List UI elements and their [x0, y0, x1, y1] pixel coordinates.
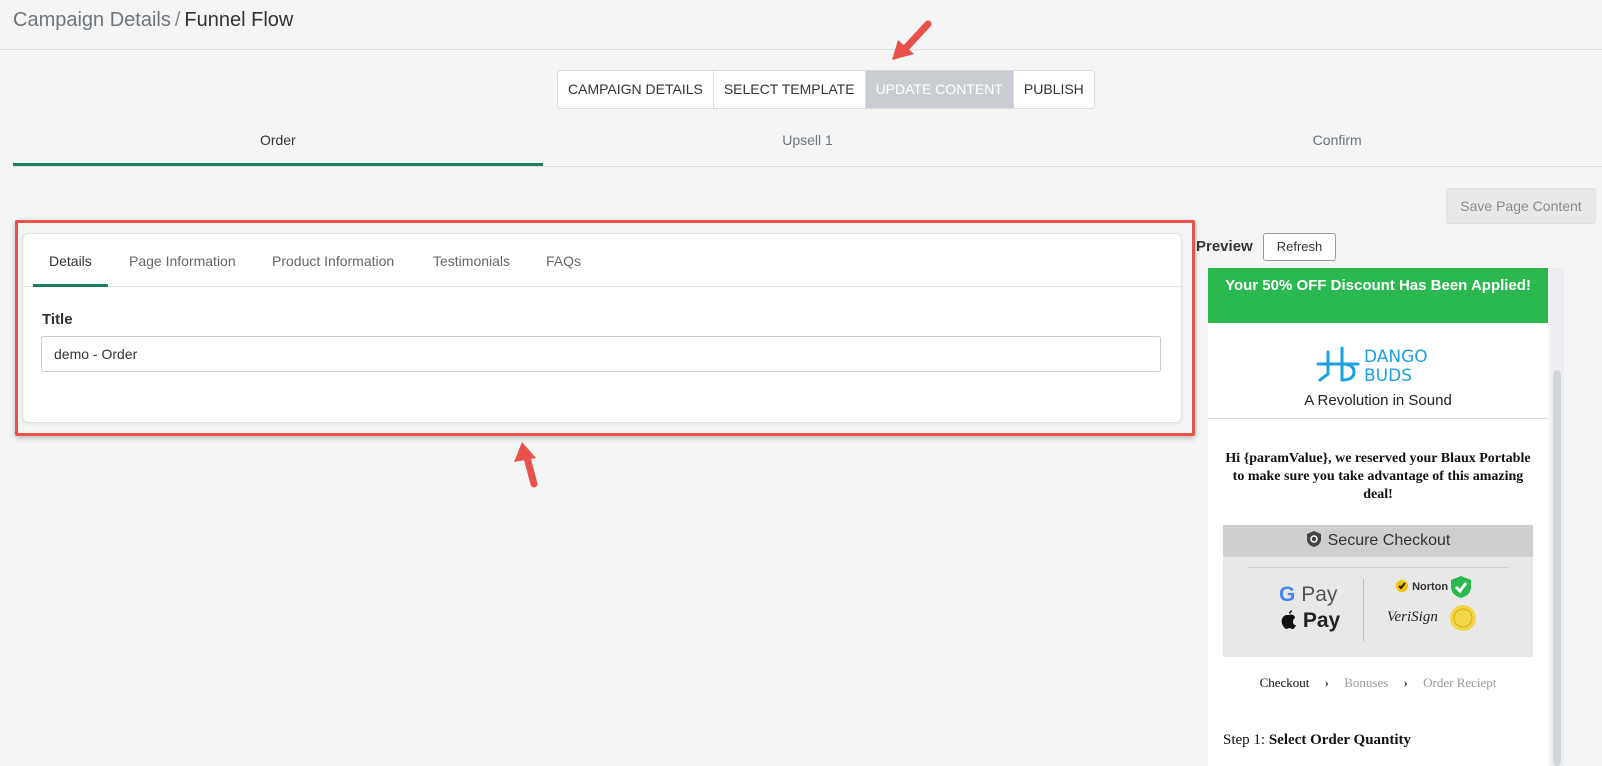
badge-divider — [1247, 567, 1509, 568]
logo-text-line2: BUDS — [1364, 366, 1412, 384]
arrow-pointer-icon — [514, 442, 538, 488]
logo-text-line1: DANGO — [1364, 347, 1428, 367]
norton-check-icon — [1396, 580, 1408, 592]
google-g-icon: G — [1279, 583, 1296, 606]
checkout-steps: Checkout › Bonuses › Order Reciept — [1208, 675, 1548, 691]
tab-upsell-1[interactable]: Upsell 1 — [543, 125, 1073, 166]
tab-faqs[interactable]: FAQs — [546, 234, 581, 287]
tagline: A Revolution in Sound — [1304, 392, 1452, 409]
apple-icon — [1281, 610, 1296, 629]
google-pay-badge: G Pay — [1279, 583, 1338, 606]
greeting-text: Hi {paramValue}, we reserved your Blaux … — [1225, 451, 1531, 502]
page-tabs: Order Upsell 1 Confirm — [13, 125, 1602, 167]
verisign-badge: VeriSign — [1387, 609, 1438, 625]
norton-badge: Norton — [1395, 579, 1448, 593]
arrow-pointer-icon — [892, 20, 932, 60]
breadcrumb-parent[interactable]: Campaign Details — [13, 9, 171, 31]
crumb-checkout: Checkout — [1259, 675, 1310, 690]
brand-logo: DANGO BUDS — [1314, 344, 1444, 386]
crumb-bonuses: Bonuses — [1344, 675, 1389, 690]
tab-product-information[interactable]: Product Information — [272, 234, 394, 287]
security-check-icon — [1451, 576, 1471, 598]
tab-testimonials[interactable]: Testimonials — [433, 234, 510, 287]
step-campaign-details[interactable]: CAMPAIGN DETAILS — [558, 71, 714, 108]
step-update-content[interactable]: UPDATE CONTENT — [865, 71, 1014, 108]
tab-confirm[interactable]: Confirm — [1072, 125, 1602, 166]
preview-frame: Your 50% OFF Discount Has Been Applied! … — [1208, 268, 1548, 766]
breadcrumb: Campaign Details / Funnel Flow — [13, 9, 293, 32]
title-label: Title — [42, 311, 73, 328]
chevron-right-icon: › — [1403, 675, 1408, 690]
payment-badges: G Pay Pay Norton VeriSign — [1223, 557, 1533, 657]
tab-page-information[interactable]: Page Information — [129, 234, 236, 287]
crumb-order-reciept: Order Reciept — [1423, 675, 1497, 690]
content-card: Details Page Information Product Informa… — [22, 233, 1182, 423]
secure-checkout-bar: Secure Checkout — [1223, 525, 1533, 557]
header: Campaign Details / Funnel Flow — [0, 0, 1602, 50]
save-page-content-button[interactable]: Save Page Content — [1446, 188, 1596, 224]
step-select-template[interactable]: SELECT TEMPLATE — [714, 71, 866, 108]
discount-banner: Your 50% OFF Discount Has Been Applied! — [1208, 268, 1548, 323]
divider — [1208, 418, 1548, 419]
breadcrumb-separator: / — [174, 9, 181, 31]
step-heading: Step 1: Select Order Quantity — [1223, 732, 1411, 749]
title-input[interactable] — [41, 336, 1161, 372]
shield-icon — [1306, 531, 1321, 547]
breadcrumb-current: Funnel Flow — [184, 9, 294, 31]
tab-details[interactable]: Details — [33, 234, 108, 287]
apple-pay-badge: Pay — [1281, 609, 1340, 633]
preview-label: Preview — [1196, 238, 1253, 255]
step-title: Select Order Quantity — [1268, 732, 1412, 748]
preview-scroll-thumb[interactable] — [1553, 370, 1561, 766]
content-tabs: Details Page Information Product Informa… — [23, 234, 1181, 287]
tab-order[interactable]: Order — [13, 125, 543, 166]
step-publish[interactable]: PUBLISH — [1014, 71, 1094, 108]
refresh-button[interactable]: Refresh — [1263, 233, 1336, 261]
step-prefix: Step 1: — [1223, 732, 1266, 748]
badge-separator — [1363, 579, 1364, 641]
chevron-right-icon: › — [1324, 675, 1329, 690]
seal-badge-icon — [1450, 605, 1476, 631]
wizard-steps: CAMPAIGN DETAILS SELECT TEMPLATE UPDATE … — [557, 70, 1095, 109]
secure-checkout-label: Secure Checkout — [1327, 532, 1451, 549]
